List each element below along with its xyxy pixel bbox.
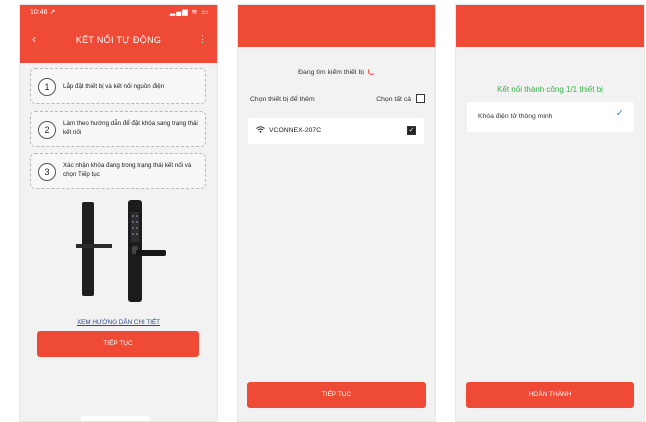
wifi-icon xyxy=(256,126,265,135)
device-chooser-row: Chọn thiết bị để thêm Chọn tất cả xyxy=(250,94,425,106)
phone-screen-instructions: 10:46 ↗ ▂▄▆ ≋ ▭ ‹ KẾT NỐI TỰ ĐỘNG ⋮ 1 Lắ… xyxy=(19,4,218,422)
page-title: KẾT NỐI TỰ ĐỘNG xyxy=(75,35,162,45)
done-button[interactable]: HOÀN THÀNH xyxy=(466,382,634,408)
app-header xyxy=(456,5,644,47)
step-text: Lắp đặt thiết bị và kết nối nguồn điện xyxy=(63,83,165,90)
step-3: 3 Xác nhận khóa đang trong trạng thái kế… xyxy=(30,153,206,189)
step-text: Làm theo hướng dẫn để đặt khóa sang trạn… xyxy=(63,120,198,136)
phone-screen-connection-result: Kết nối thành công 1/1 thiết bị Khóa điệ… xyxy=(455,4,645,422)
status-bar: 10:46 ↗ ▂▄▆ ≋ ▭ xyxy=(30,8,209,18)
device-checkbox[interactable]: ✓ xyxy=(407,126,416,135)
phone-screen-device-search: Đang tìm kiếm thiết bị Chọn thiết bị để … xyxy=(237,4,436,422)
checkmark-icon: ✓ xyxy=(615,108,624,119)
step-number: 2 xyxy=(38,121,56,139)
step-1: 1 Lắp đặt thiết bị và kết nối nguồn điện xyxy=(30,68,206,104)
status-time: 10:46 ↗ xyxy=(30,9,56,16)
step-2: 2 Làm theo hướng dẫn để đặt khóa sang tr… xyxy=(30,111,206,147)
continue-button[interactable]: TIẾP TỤC xyxy=(247,382,426,408)
status-icons: ▂▄▆ ≋ ▭ xyxy=(169,9,209,16)
select-all-checkbox[interactable] xyxy=(416,94,425,103)
choose-device-label: Chọn thiết bị để thêm xyxy=(250,96,315,103)
step-number: 3 xyxy=(38,163,56,181)
result-device-name: Khóa điện tử thông minh xyxy=(478,113,553,120)
continue-button[interactable]: TIẾP TỤC xyxy=(37,331,199,357)
select-all-label: Chọn tất cả xyxy=(376,96,411,103)
composite-canvas: 10:46 ↗ ▂▄▆ ≋ ▭ ‹ KẾT NỐI TỰ ĐỘNG ⋮ 1 Lắ… xyxy=(0,0,646,422)
device-list-item[interactable]: VCONNEX-207C ✓ xyxy=(248,118,424,144)
smart-lock-illustration xyxy=(76,200,166,302)
step-text: Xác nhận khóa đang trong trạng thái kết … xyxy=(63,162,192,178)
success-message: Kết nối thành công 1/1 thiết bị xyxy=(497,85,603,94)
step-number: 1 xyxy=(38,78,56,96)
searching-text: Đang tìm kiếm thiết bị xyxy=(298,69,364,76)
device-name: VCONNEX-207C xyxy=(269,127,322,134)
loading-spinner-icon xyxy=(367,68,375,75)
searching-status: Đang tìm kiếm thiết bị xyxy=(238,68,435,76)
detailed-guide-link[interactable]: XEM HƯỚNG DẪN CHI TIẾT xyxy=(20,319,217,326)
home-indicator xyxy=(81,416,149,421)
app-header xyxy=(238,5,435,47)
more-menu-icon[interactable]: ⋮ xyxy=(198,34,207,45)
app-header: 10:46 ↗ ▂▄▆ ≋ ▭ ‹ KẾT NỐI TỰ ĐỘNG ⋮ xyxy=(20,5,217,63)
result-list-item: Khóa điện tử thông minh ✓ xyxy=(467,102,634,132)
